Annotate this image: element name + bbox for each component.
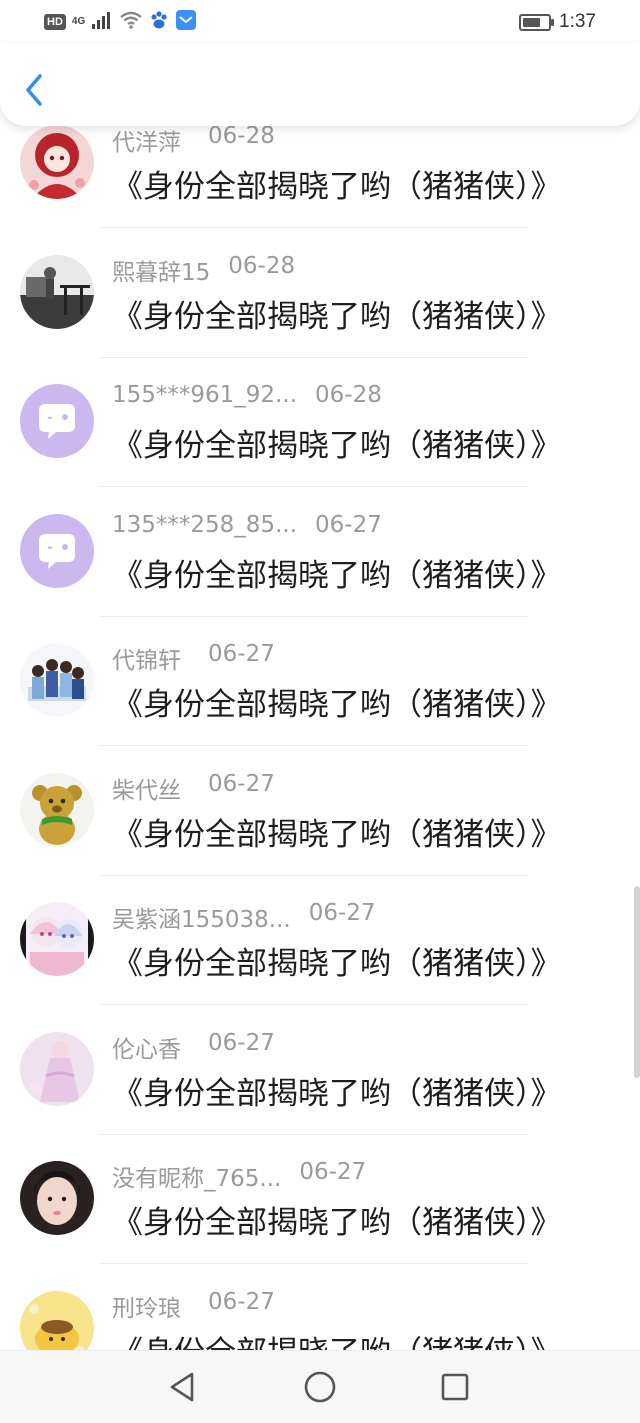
avatar[interactable] (20, 643, 94, 717)
message-text: 《身份全部揭晓了哟（猪猪侠）》 (112, 298, 562, 335)
signal-icon (91, 11, 113, 33)
list-item[interactable]: 柴代丝 06-27 《身份全部揭晓了哟（猪猪侠）》 (0, 763, 640, 893)
user-name[interactable]: 代洋萍 (112, 123, 181, 157)
list-item[interactable]: 155***961_92... 06-28 《身份全部揭晓了哟（猪猪侠）》 (0, 374, 640, 504)
system-navigation-bar (0, 1350, 640, 1423)
user-name[interactable]: 没有昵称_765... (112, 1159, 281, 1193)
avatar[interactable] (20, 125, 94, 199)
nav-recents-button[interactable] (437, 1369, 473, 1405)
list-item[interactable]: 代洋萍 06-28 《身份全部揭晓了哟（猪猪侠）》 (0, 115, 640, 245)
nav-back-button[interactable] (164, 1369, 200, 1405)
user-name[interactable]: 伦心香 (112, 1030, 181, 1064)
post-date: 06-27 (299, 1159, 367, 1185)
list-item[interactable]: 熙暮辞15 06-28 《身份全部揭晓了哟（猪猪侠）》 (0, 245, 640, 375)
user-name[interactable]: 155***961_92... (112, 382, 297, 408)
avatar[interactable] (20, 1031, 94, 1106)
battery-icon (519, 13, 555, 31)
divider (100, 615, 528, 617)
user-name[interactable]: 熙暮辞15 (112, 253, 210, 287)
message-text: 《身份全部揭晓了哟（猪猪侠）》 (112, 1205, 562, 1241)
divider (100, 874, 528, 876)
status-time: 1:37 (559, 11, 596, 32)
post-date: 06-27 (208, 641, 275, 667)
post-date: 06-27 (208, 770, 275, 797)
message-text: 《身份全部揭晓了哟（猪猪侠）》 (112, 557, 562, 594)
home-circle-icon (304, 1371, 336, 1403)
divider (100, 486, 528, 487)
divider (100, 356, 528, 358)
message-text: 《身份全部揭晓了哟（猪猪侠）》 (112, 428, 562, 464)
back-triangle-icon (170, 1372, 194, 1402)
user-name[interactable]: 柴代丝 (112, 771, 181, 805)
message-text: 《身份全部揭晓了哟（猪猪侠）》 (112, 1075, 562, 1112)
post-date: 06-28 (208, 123, 275, 149)
mail-icon (175, 9, 197, 35)
divider (100, 227, 528, 228)
nav-home-button[interactable] (302, 1369, 338, 1405)
avatar[interactable] (20, 384, 94, 458)
post-date: 06-27 (315, 511, 382, 538)
network-type-label: 4G (71, 16, 86, 27)
post-date: 06-27 (208, 1029, 275, 1056)
list-item[interactable]: 代锦轩 06-27 《身份全部揭晓了哟（猪猪侠）》 (0, 633, 640, 763)
baidu-paw-icon (149, 10, 169, 34)
avatar[interactable] (20, 1290, 94, 1350)
list-item[interactable]: 刑玲琅 06-27 《身份全部揭晓了哟（猪猪侠）》 (0, 1281, 640, 1351)
list-item[interactable]: 没有昵称_765... 06-27 《身份全部揭晓了哟（猪猪侠）》 (0, 1151, 640, 1281)
status-bar: HD 4G 1:37 (0, 0, 640, 48)
user-name[interactable]: 刑玲琅 (112, 1289, 181, 1323)
divider (100, 1263, 528, 1264)
avatar[interactable] (20, 513, 94, 588)
post-date: 06-27 (308, 900, 376, 926)
status-icons-left: HD 4G (44, 10, 197, 34)
avatar[interactable] (20, 902, 94, 976)
message-text: 《身份全部揭晓了哟（猪猪侠）》 (112, 1327, 562, 1351)
post-date: 06-28 (228, 252, 296, 279)
mention-list: 代洋萍 06-28 《身份全部揭晓了哟（猪猪侠）》 熙暮辞15 06-28 《身份全部揭晓… (0, 115, 640, 1350)
post-date: 06-27 (208, 1288, 275, 1315)
back-button[interactable] (20, 72, 50, 108)
message-text: 《身份全部揭晓了哟（猪猪侠）》 (112, 169, 562, 205)
message-text: 《身份全部揭晓了哟（猪猪侠）》 (112, 946, 562, 982)
list-item[interactable]: 135***258_85... 06-27 《身份全部揭晓了哟（猪猪侠）》 (0, 504, 640, 634)
wifi-icon (119, 11, 143, 33)
avatar[interactable] (20, 772, 94, 847)
message-text: 《身份全部揭晓了哟（猪猪侠）》 (112, 816, 562, 853)
avatar[interactable] (20, 1161, 94, 1235)
chevron-left-icon (26, 74, 42, 106)
message-text: 《身份全部揭晓了哟（猪猪侠）》 (112, 687, 562, 723)
recents-square-icon (441, 1373, 469, 1401)
post-date: 06-28 (315, 382, 382, 408)
avatar[interactable] (20, 254, 94, 329)
list-item[interactable]: 伦心香 06-27 《身份全部揭晓了哟（猪猪侠）》 (0, 1022, 640, 1152)
divider (100, 1133, 528, 1135)
user-name[interactable]: 135***258_85... (112, 512, 297, 538)
status-icons-right: 1:37 (519, 10, 596, 34)
divider (100, 1004, 528, 1005)
scrollbar[interactable] (634, 886, 640, 1078)
divider (100, 745, 528, 746)
list-item[interactable]: 吴紫涵155038... 06-27 《身份全部揭晓了哟（猪猪侠）》 (0, 892, 640, 1022)
user-name[interactable]: 代锦轩 (112, 641, 181, 675)
top-header (0, 44, 640, 126)
hd-icon: HD (44, 14, 66, 30)
user-name[interactable]: 吴紫涵155038... (112, 900, 291, 934)
